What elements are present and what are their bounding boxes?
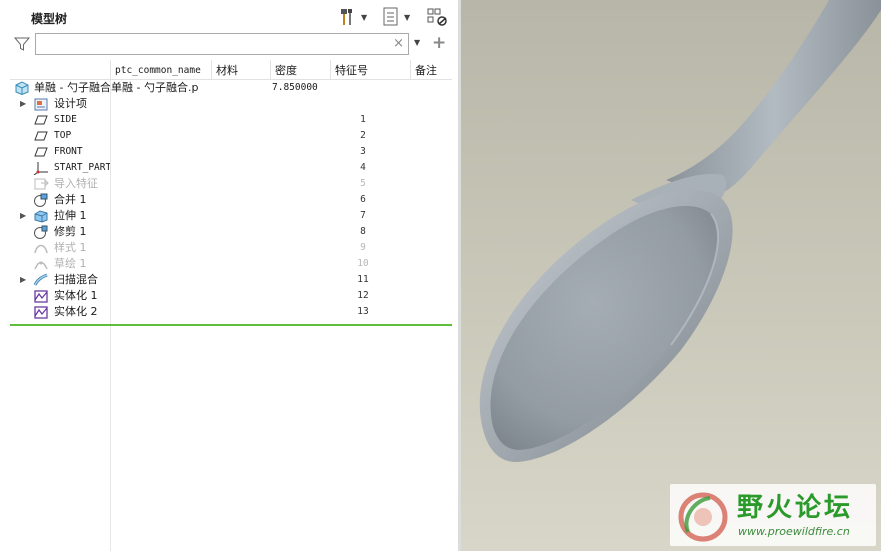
feature-name: 合并 1 (54, 193, 87, 206)
feature-name: 修剪 1 (54, 225, 87, 238)
feature-name: 实体化 1 (54, 289, 98, 302)
datum-plane-icon (34, 115, 48, 125)
list-settings-icon (383, 7, 398, 26)
feature-number: 11 (357, 274, 369, 285)
feature-name: 导入特征 (54, 177, 98, 190)
expand-arrow-icon[interactable]: ▶ (20, 96, 26, 112)
extrude-icon (34, 210, 48, 223)
show-settings-button[interactable]: ▼ (382, 6, 410, 28)
tree-row[interactable]: ▶ 扫描混合 11 (10, 272, 452, 288)
panel-title: 模型树 (31, 12, 68, 26)
feature-name: 设计项 (54, 97, 87, 110)
feature-name: SIDE (54, 114, 77, 125)
solidify-icon (34, 290, 48, 303)
root-density: 7.850000 (272, 82, 318, 93)
trim-icon (34, 225, 48, 239)
column-header-density[interactable]: 密度 (270, 60, 330, 80)
tree-row[interactable]: 修剪 1 8 (10, 224, 452, 240)
tools-icon (341, 9, 352, 25)
tree-tools-button[interactable]: ▼ (339, 6, 367, 28)
column-header-feature-number[interactable]: 特征号 (330, 60, 410, 80)
tree-row[interactable]: TOP 2 (10, 128, 452, 144)
tree-row[interactable]: 导入特征 5 (10, 176, 452, 192)
insert-here-indicator[interactable] (10, 324, 452, 326)
tree-row[interactable]: START_PART 4 (10, 160, 452, 176)
feature-name: 扫描混合 (54, 273, 98, 286)
feature-number: 8 (360, 226, 366, 237)
feature-number: 2 (360, 130, 366, 141)
spoon-model[interactable] (461, 0, 881, 551)
watermark-url: www.proewildfire.cn (738, 525, 850, 538)
feature-number: 1 (360, 114, 366, 125)
feature-number: 13 (357, 306, 369, 317)
filter-icon[interactable] (14, 36, 30, 52)
tree-row[interactable]: 实体化 2 13 (10, 304, 452, 320)
forum-watermark: 野火论坛 www.proewildfire.cn (670, 484, 876, 546)
search-input[interactable] (36, 34, 386, 54)
model-tree-panel: 模型树 ▼ ▼ × ▼ + ptc_common_name 材料 密度 特征号 … (0, 0, 458, 551)
feature-name: 拉伸 1 (54, 209, 87, 222)
datum-plane-icon (34, 131, 48, 141)
search-box[interactable]: × (35, 33, 409, 55)
feature-name: 实体化 2 (54, 305, 98, 318)
tree-row[interactable]: SIDE 1 (10, 112, 452, 128)
feature-number: 3 (360, 146, 366, 157)
tree-row[interactable]: ▶ 设计项 (10, 96, 452, 112)
search-row: × ▼ + (0, 32, 458, 56)
feature-name: START_PART (54, 162, 110, 173)
column-header-material[interactable]: 材料 (211, 60, 270, 80)
merge-icon (34, 193, 48, 207)
tree-row[interactable]: 合并 1 6 (10, 192, 452, 208)
expand-arrow-icon[interactable]: ▶ (20, 208, 26, 224)
feature-number: 5 (360, 178, 366, 189)
root-common-name: 单融 - 勺子融合.p (111, 81, 199, 94)
feature-number: 4 (360, 162, 366, 173)
model-tree: ptc_common_name 材料 密度 特征号 备注 单融 - 勺子融合 单… (10, 60, 452, 551)
tree-row[interactable]: 草绘 1 10 (10, 256, 452, 272)
feature-number: 7 (360, 210, 366, 221)
feature-name: TOP (54, 130, 72, 141)
tree-row[interactable]: ▶ 拉伸 1 7 (10, 208, 452, 224)
plus-icon[interactable]: + (432, 32, 446, 54)
feature-name: FRONT (54, 146, 83, 157)
part-icon (15, 81, 29, 95)
chevron-down-icon: ▼ (404, 12, 411, 22)
watermark-title: 野火论坛 (737, 493, 854, 523)
column-header-row: ptc_common_name 材料 密度 特征号 备注 (10, 60, 452, 80)
column-header-common-name[interactable]: ptc_common_name (110, 60, 211, 80)
tree-row[interactable]: 样式 1 9 (10, 240, 452, 256)
import-feature-icon (34, 178, 49, 190)
tree-root-row[interactable]: 单融 - 勺子融合 单融 - 勺子融合.p 7.850000 (10, 80, 452, 96)
feature-name: 草绘 1 (54, 257, 87, 270)
tree-filter-icon (427, 8, 447, 26)
graphics-viewport[interactable] (461, 0, 881, 551)
expand-arrow-icon[interactable]: ▶ (20, 272, 26, 288)
tree-filter-toggle-button[interactable] (427, 6, 449, 28)
design-items-icon (34, 98, 48, 111)
column-header-notes[interactable]: 备注 (410, 60, 452, 80)
datum-plane-icon (34, 147, 48, 157)
solidify-icon (34, 306, 48, 319)
forum-logo-icon (678, 492, 728, 542)
style-icon (34, 244, 48, 254)
feature-number: 9 (360, 242, 366, 253)
feature-name: 样式 1 (54, 241, 87, 254)
coordinate-system-icon (33, 162, 48, 175)
tree-row[interactable]: FRONT 3 (10, 144, 452, 160)
close-icon[interactable]: × (393, 36, 404, 52)
feature-number: 10 (357, 258, 369, 269)
tree-row[interactable]: 实体化 1 12 (10, 288, 452, 304)
feature-number: 6 (360, 194, 366, 205)
feature-number: 12 (357, 290, 369, 301)
chevron-down-icon[interactable]: ▼ (414, 38, 420, 47)
sketch-icon (34, 261, 48, 270)
chevron-down-icon: ▼ (361, 12, 368, 22)
swept-blend-icon (33, 273, 48, 286)
root-part-name: 单融 - 勺子融合 (34, 81, 110, 94)
